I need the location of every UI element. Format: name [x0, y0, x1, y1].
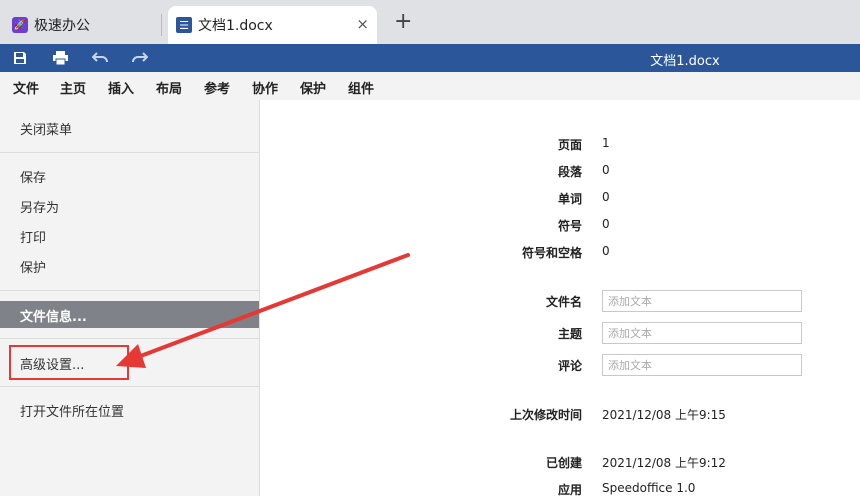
print-icon[interactable] — [50, 48, 70, 68]
sidebar-divider — [0, 152, 259, 153]
menu-protect[interactable]: 保护 — [300, 78, 326, 97]
field-label-comment: 评论 — [557, 359, 582, 373]
annotation-highlight-box — [9, 345, 129, 380]
undo-icon[interactable] — [90, 48, 110, 68]
stat-label-symbols: 符号 — [557, 219, 582, 233]
stat-value-symbols: 0 — [602, 217, 610, 231]
comment-input[interactable] — [602, 354, 802, 376]
tab-home[interactable]: 🚀 极速办公 — [0, 6, 160, 44]
tab-document[interactable]: ☰ 文档1.docx × — [168, 6, 377, 44]
save-item[interactable]: 保存 — [20, 167, 46, 186]
menu-references[interactable]: 参考 — [204, 78, 230, 97]
new-tab-button[interactable]: + — [394, 11, 412, 33]
menu-collaborate[interactable]: 协作 — [252, 78, 278, 97]
tab-strip: 🚀 极速办公 ☰ 文档1.docx × + — [0, 0, 860, 44]
field-label-subject: 主题 — [557, 327, 582, 341]
stat-label-paragraphs: 段落 — [557, 165, 582, 179]
sidebar-divider — [0, 290, 259, 291]
created-label: 已创建 — [545, 456, 582, 470]
tab-separator — [161, 14, 162, 36]
tab-home-label: 极速办公 — [34, 18, 90, 34]
protect-item[interactable]: 保护 — [20, 257, 46, 276]
menu-home[interactable]: 主页 — [60, 78, 86, 97]
stat-value-symbols-spaces: 0 — [602, 244, 610, 258]
modified-label: 上次修改时间 — [509, 408, 582, 422]
save-icon[interactable] — [10, 48, 30, 68]
menu-insert[interactable]: 插入 — [108, 78, 134, 97]
sidebar-divider — [0, 386, 259, 387]
application-value: Speedoffice 1.0 — [602, 481, 696, 495]
field-label-filename: 文件名 — [545, 295, 582, 309]
stat-value-pages: 1 — [602, 136, 610, 150]
document-title: 文档1.docx — [650, 54, 720, 69]
stat-label-symbols-spaces: 符号和空格 — [521, 246, 582, 260]
menu-file[interactable]: 文件 — [13, 78, 40, 102]
rocket-icon: 🚀 — [12, 17, 28, 33]
open-location-item[interactable]: 打开文件所在位置 — [20, 401, 124, 420]
subject-input[interactable] — [602, 322, 802, 344]
menu-layout[interactable]: 布局 — [156, 78, 182, 97]
filename-input[interactable] — [602, 290, 802, 312]
document-icon: ☰ — [176, 17, 192, 33]
application-label: 应用 — [557, 483, 582, 496]
file-info-label: 文件信息... — [20, 310, 87, 325]
print-item[interactable]: 打印 — [20, 227, 46, 246]
stat-label-pages: 页面 — [557, 138, 582, 152]
menu-plugins[interactable]: 组件 — [348, 78, 374, 97]
tab-document-label: 文档1.docx — [198, 18, 273, 34]
title-bar: 文档1.docx — [0, 44, 860, 72]
menu-bar: 文件 主页 插入 布局 参考 协作 保护 组件 — [0, 72, 860, 102]
created-value: 2021/12/08 上午9:12 — [602, 456, 726, 470]
file-info-item[interactable]: 文件信息... — [0, 301, 259, 328]
sidebar-divider — [0, 338, 259, 339]
stat-label-words: 单词 — [557, 192, 582, 206]
file-sidebar: 关闭菜单 保存 另存为 打印 保护 文件信息... 高级设置... 打开文件所在… — [0, 100, 260, 496]
redo-icon[interactable] — [130, 48, 150, 68]
modified-value: 2021/12/08 上午9:15 — [602, 408, 726, 422]
stat-value-words: 0 — [602, 190, 610, 204]
save-as-item[interactable]: 另存为 — [20, 197, 59, 216]
close-menu-item[interactable]: 关闭菜单 — [20, 119, 72, 138]
stat-value-paragraphs: 0 — [602, 163, 610, 177]
close-icon[interactable]: × — [356, 15, 369, 33]
